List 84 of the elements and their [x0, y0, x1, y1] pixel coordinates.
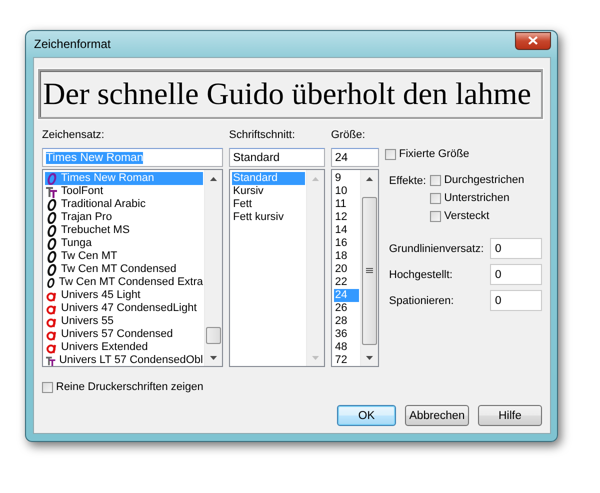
- checkbox-label: Fixierte Größe: [399, 148, 470, 160]
- checkbox-label: Unterstrichen: [444, 192, 510, 204]
- list-item[interactable]: Trajan Pro: [45, 211, 203, 224]
- list-item[interactable]: 10: [334, 185, 359, 198]
- input-field[interactable]: 0: [490, 238, 542, 259]
- list-item[interactable]: 12: [334, 211, 359, 224]
- italic-o-icon: [46, 264, 58, 276]
- close-icon: [528, 36, 538, 45]
- list-item[interactable]: Univers 47 CondensedLight: [45, 302, 203, 315]
- italic-a-icon: [46, 302, 58, 314]
- list-item[interactable]: Univers 45 Light: [45, 289, 203, 302]
- double-t-icon: [46, 354, 56, 366]
- italic-o-icon: [46, 276, 56, 288]
- scroll-down-icon[interactable]: [366, 356, 373, 360]
- list-item[interactable]: 26: [334, 302, 359, 315]
- checkbox[interactable]: [42, 382, 53, 392]
- list-item[interactable]: Trebuchet MS: [45, 224, 203, 237]
- list-item[interactable]: Univers Extended: [45, 341, 203, 354]
- list-item[interactable]: 16: [334, 237, 359, 250]
- checkbox-label: Reine Druckerschriften zeigen: [56, 381, 204, 393]
- italic-o-icon: [46, 212, 58, 224]
- checkbox-label: Versteckt: [444, 210, 490, 222]
- field-label: Grundlinienversatz:: [389, 242, 484, 254]
- scroll-thumb[interactable]: [362, 197, 377, 345]
- list-item[interactable]: Tunga: [45, 237, 203, 250]
- scrollbar[interactable]: [360, 170, 378, 366]
- checkbox[interactable]: [430, 192, 442, 204]
- scrollbar[interactable]: [204, 170, 222, 366]
- effects-label: Effekte:: [389, 174, 426, 189]
- help-button[interactable]: Hilfe: [478, 405, 542, 426]
- italic-a-icon: [46, 342, 58, 354]
- field-label: Größe:: [331, 129, 366, 142]
- list-item[interactable]: 48: [334, 341, 359, 354]
- list-item[interactable]: Tw Cen MT: [45, 250, 203, 263]
- close-button[interactable]: [515, 32, 551, 50]
- field-label: Spationieren:: [389, 294, 454, 306]
- list-item[interactable]: Univers LT 57 CondensedObl: [45, 354, 203, 367]
- checkbox[interactable]: [430, 174, 442, 186]
- window-title: Zeichenformat: [33, 37, 111, 51]
- list-item[interactable]: Fett: [232, 198, 305, 211]
- italic-a-icon: [46, 328, 58, 340]
- scroll-thumb[interactable]: [206, 327, 221, 344]
- input-field[interactable]: 0: [490, 264, 542, 285]
- preview-text: Der schnelle Guido überholt den lahme: [38, 69, 543, 119]
- italic-a-icon: [46, 316, 58, 328]
- checkbox-label: Durchgestrichen: [444, 174, 524, 186]
- italic-o-icon: [46, 250, 58, 262]
- list-item[interactable]: Univers 57 Condensed: [45, 328, 203, 341]
- field-label: Hochgestellt:: [389, 268, 453, 280]
- italic-o-icon: [46, 238, 58, 250]
- input-field[interactable]: 0: [490, 290, 542, 311]
- italic-o-icon: [46, 224, 58, 236]
- input-field[interactable]: Standard: [229, 148, 325, 167]
- list-item[interactable]: 28: [334, 315, 359, 328]
- scroll-down-icon[interactable]: [210, 356, 217, 360]
- cancel-button[interactable]: Abbrechen: [405, 405, 469, 426]
- list-item[interactable]: 20: [334, 263, 359, 276]
- ok-button[interactable]: OK: [337, 405, 396, 426]
- list-item[interactable]: ToolFont: [45, 185, 203, 198]
- italic-o-icon: [46, 198, 58, 210]
- list-item[interactable]: Fett kursiv: [232, 211, 305, 224]
- field-label: Schriftschnitt:: [229, 129, 296, 142]
- list-item[interactable]: 18: [334, 250, 359, 263]
- scroll-up-icon[interactable]: [366, 176, 373, 180]
- list-item[interactable]: Kursiv: [232, 185, 305, 198]
- list-item[interactable]: Tw Cen MT Condensed: [45, 263, 203, 276]
- double-t-icon: [46, 186, 58, 198]
- list-item[interactable]: 72: [334, 354, 359, 367]
- grip-icon: [366, 268, 373, 274]
- italic-a-icon: [46, 290, 58, 302]
- list-item[interactable]: 11: [334, 198, 359, 211]
- list-item[interactable]: Traditional Arabic: [45, 198, 203, 211]
- italic-o-icon: [46, 172, 58, 184]
- list-item[interactable]: 36: [334, 328, 359, 341]
- list-item[interactable]: 9: [334, 172, 359, 185]
- scroll-up-icon[interactable]: [210, 176, 217, 180]
- field-label: Zeichensatz:: [42, 129, 106, 142]
- checkbox[interactable]: [385, 148, 396, 160]
- input-field[interactable]: 24: [331, 148, 379, 167]
- list-item[interactable]: 22: [334, 276, 359, 289]
- list-item[interactable]: Tw Cen MT Condensed Extra: [45, 276, 203, 289]
- list-item[interactable]: 14: [334, 224, 359, 237]
- list-item[interactable]: Univers 55: [45, 315, 203, 328]
- checkbox[interactable]: [430, 210, 442, 222]
